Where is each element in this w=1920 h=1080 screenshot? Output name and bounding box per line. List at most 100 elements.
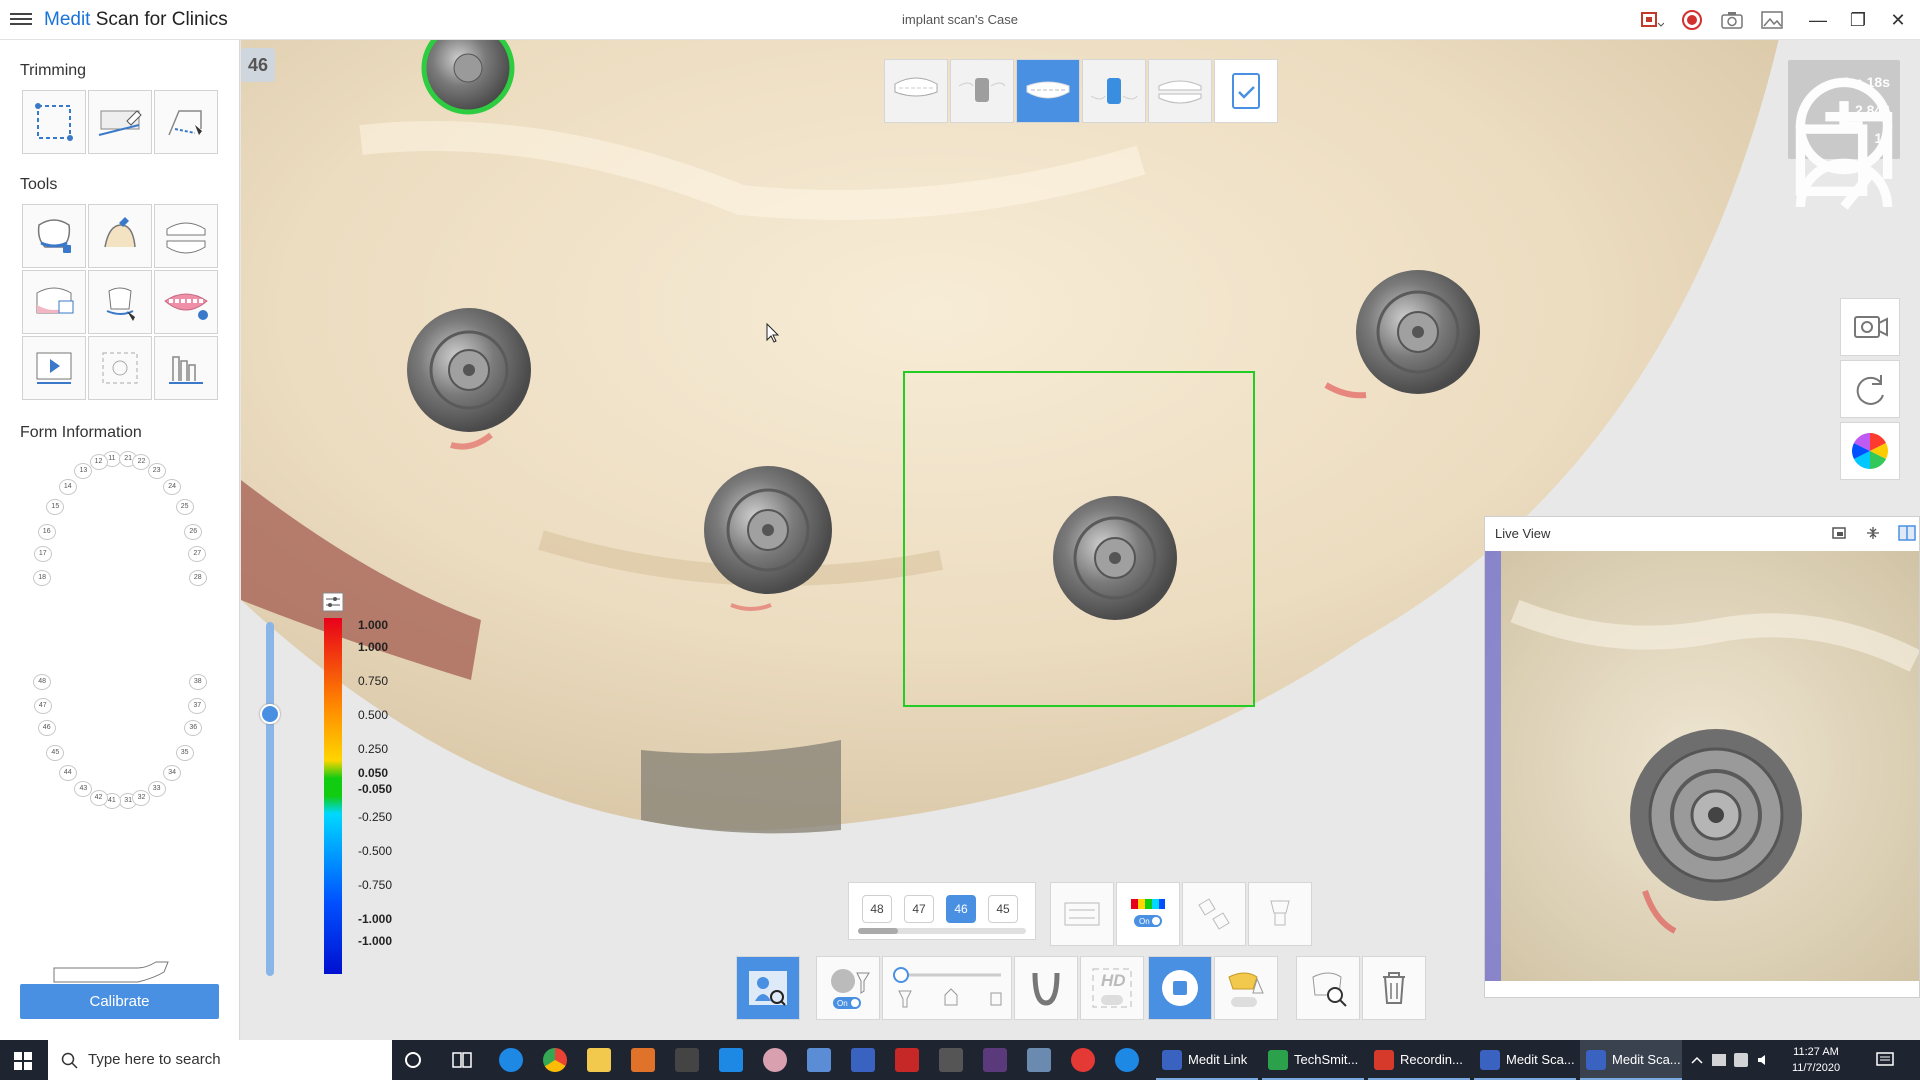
taskbar-app-4[interactable]: Medit Sca...: [1580, 1040, 1682, 1080]
tooth-45[interactable]: 45: [46, 744, 65, 761]
filezilla-icon[interactable]: [895, 1048, 919, 1072]
tooth-tab-scrollbar[interactable]: [858, 928, 1026, 934]
gallery-icon[interactable]: [1760, 9, 1784, 31]
notifications-icon[interactable]: [1876, 1052, 1894, 1068]
plane-cut-button[interactable]: [88, 90, 152, 154]
stage-mandible-button[interactable]: [1016, 59, 1080, 123]
tooth-13[interactable]: 13: [74, 463, 93, 480]
mail-icon[interactable]: [719, 1048, 743, 1072]
task-view-icon[interactable]: [452, 1051, 472, 1069]
live-view-shrink-icon[interactable]: [1865, 525, 1881, 541]
file-explorer-icon[interactable]: [587, 1048, 611, 1072]
menu-icon[interactable]: [10, 10, 32, 28]
stage-maxilla-button[interactable]: [884, 59, 948, 123]
tooth-47[interactable]: 47: [33, 697, 52, 714]
tooth-46[interactable]: 46: [37, 720, 56, 737]
tooth-12[interactable]: 12: [89, 454, 108, 471]
scale-settings-icon[interactable]: [322, 592, 344, 612]
snapshot-button[interactable]: [88, 336, 152, 400]
stage-abutment-lower-button[interactable]: [1082, 59, 1146, 123]
tooth-26[interactable]: 26: [184, 523, 203, 540]
tray-icon-dropbox[interactable]: [1734, 1053, 1748, 1067]
app-icon-2[interactable]: [763, 1048, 787, 1072]
tooth-38[interactable]: 38: [188, 674, 207, 691]
lasso-select-button[interactable]: [22, 90, 86, 154]
bite-align-button[interactable]: [154, 204, 218, 268]
store-icon[interactable]: [675, 1048, 699, 1072]
camera-capture-icon[interactable]: [1720, 9, 1744, 31]
tooth-16[interactable]: 16: [37, 523, 56, 540]
color-map-button[interactable]: [1840, 422, 1900, 480]
taskbar-search-box[interactable]: Type here to search: [48, 1040, 392, 1080]
volume-icon[interactable]: [1756, 1052, 1772, 1068]
filter-settings-button[interactable]: [1050, 882, 1114, 946]
taskbar-app-2[interactable]: Recordin...: [1368, 1040, 1470, 1080]
tooth-25[interactable]: 25: [175, 499, 194, 516]
tooth-36[interactable]: 36: [184, 720, 203, 737]
tooth-24[interactable]: 24: [163, 478, 182, 495]
tooth-tab-48[interactable]: 48: [862, 895, 892, 923]
app-icon-5[interactable]: [939, 1048, 963, 1072]
tooth-28[interactable]: 28: [188, 569, 207, 586]
stop-scan-button[interactable]: [1148, 956, 1212, 1020]
lock-tooth-button[interactable]: [22, 204, 86, 268]
color-map-toggle-button[interactable]: On: [1116, 882, 1180, 946]
opera-icon[interactable]: [1071, 1048, 1095, 1072]
tooth-35[interactable]: 35: [175, 744, 194, 761]
app-icon-7[interactable]: [1115, 1048, 1139, 1072]
scale-slider-handle[interactable]: [260, 704, 280, 724]
taskbar-app-0[interactable]: Medit Link: [1156, 1040, 1258, 1080]
playback-button[interactable]: [22, 336, 86, 400]
abutment-mode-button[interactable]: [1248, 882, 1312, 946]
tray-icon-battery[interactable]: [1712, 1054, 1726, 1066]
tooth-tab-46[interactable]: 46: [946, 895, 976, 923]
tooth-17[interactable]: 17: [33, 546, 52, 563]
align-data-button[interactable]: [1182, 882, 1246, 946]
app-icon-1[interactable]: [631, 1048, 655, 1072]
tooth-48[interactable]: 48: [33, 674, 52, 691]
live-view-dock-icon[interactable]: [1831, 525, 1847, 541]
model-base-button[interactable]: [154, 336, 218, 400]
tooth-region-button[interactable]: [22, 270, 86, 334]
exocad-icon[interactable]: [983, 1048, 1007, 1072]
stage-check-button[interactable]: [1214, 59, 1278, 123]
close-button[interactable]: ✕: [1880, 6, 1916, 34]
scale-slider-track[interactable]: [266, 622, 274, 976]
screen-record-dropdown-icon[interactable]: [1640, 9, 1664, 31]
windows-start-icon[interactable]: [14, 1052, 32, 1070]
tooth-tab-47[interactable]: 47: [904, 895, 934, 923]
tooth-27[interactable]: 27: [188, 546, 207, 563]
tooth-18[interactable]: 18: [33, 569, 52, 586]
record-icon[interactable]: [1680, 9, 1704, 31]
edge-icon[interactable]: [499, 1048, 523, 1072]
restore-button[interactable]: ❐: [1840, 6, 1876, 34]
auto-fill-button[interactable]: [1214, 956, 1278, 1020]
reset-view-button[interactable]: [1840, 360, 1900, 418]
calibrate-button[interactable]: Calibrate: [20, 984, 219, 1019]
chrome-icon[interactable]: [543, 1048, 567, 1072]
tooth-37[interactable]: 37: [188, 697, 207, 714]
stage-occlusion-button[interactable]: [1148, 59, 1212, 123]
polyline-cut-button[interactable]: [154, 90, 218, 154]
tooth-33[interactable]: 33: [147, 780, 166, 797]
tooth-14[interactable]: 14: [58, 478, 77, 495]
fill-hole-button[interactable]: [88, 204, 152, 268]
tooth-tab-45[interactable]: 45: [988, 895, 1018, 923]
tooth-42[interactable]: 42: [89, 789, 108, 806]
taskbar-clock[interactable]: 11:27 AM 11/7/2020: [1776, 1044, 1856, 1076]
live-view-layout-icon[interactable]: [1897, 523, 1917, 543]
filter-toggle-button[interactable]: On: [816, 956, 880, 1020]
app-icon-3[interactable]: [807, 1048, 831, 1072]
remove-noise-button[interactable]: [1296, 956, 1360, 1020]
margin-line-button[interactable]: [88, 270, 152, 334]
app-icon-6[interactable]: [1027, 1048, 1051, 1072]
cortana-icon[interactable]: [404, 1051, 422, 1069]
taskbar-app-3[interactable]: Medit Sca...: [1474, 1040, 1576, 1080]
video-camera-button[interactable]: [1840, 298, 1900, 356]
tooth-15[interactable]: 15: [46, 499, 65, 516]
arch-mode-button[interactable]: [1014, 956, 1078, 1020]
ai-scan-filter-button[interactable]: [736, 956, 800, 1020]
minimize-button[interactable]: —: [1800, 6, 1836, 34]
tooth-34[interactable]: 34: [163, 765, 182, 782]
scan-depth-slider[interactable]: [882, 956, 1012, 1020]
